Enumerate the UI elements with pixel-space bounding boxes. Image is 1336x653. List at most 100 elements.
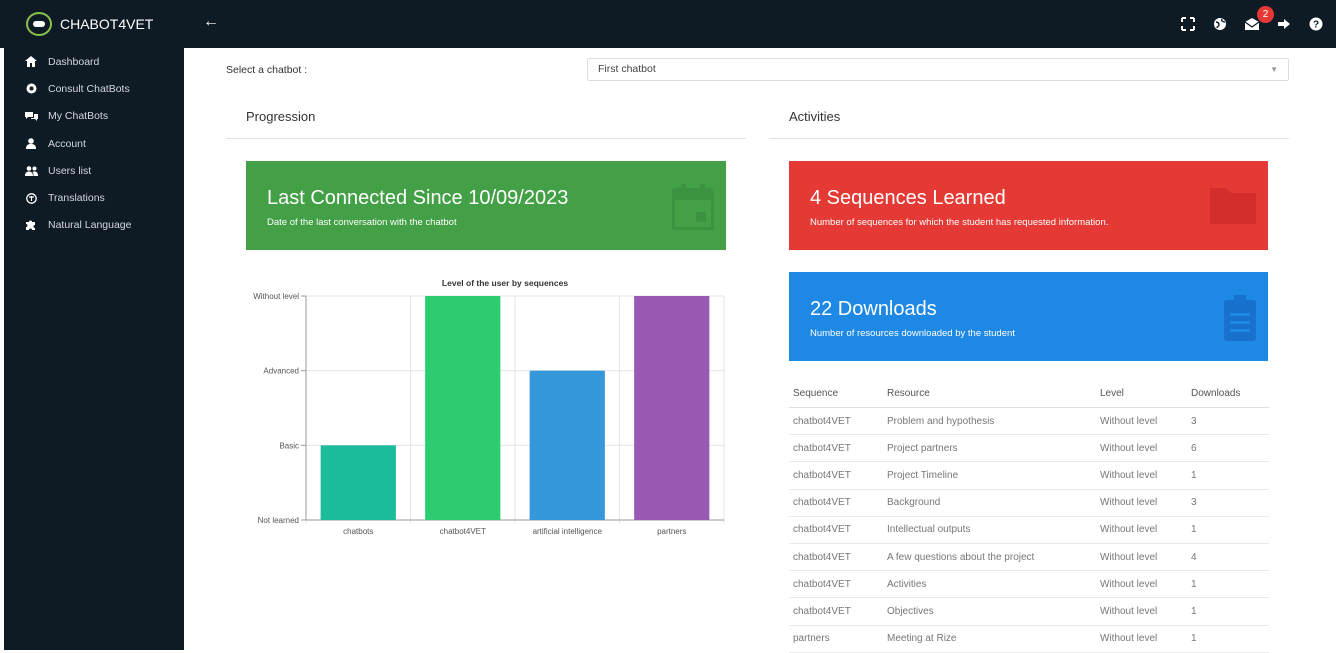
- select-chatbot-label: Select a chatbot :: [226, 64, 308, 76]
- y-tick-label: Advanced: [263, 367, 299, 376]
- top-icons: 2 ?: [1164, 0, 1324, 48]
- x-tick-label: artificial intelligence: [533, 527, 603, 536]
- cell-sequence: chatbot4VET: [793, 605, 851, 617]
- sidebar-item-translations[interactable]: Translations: [4, 184, 184, 211]
- globe-icon: [24, 83, 38, 95]
- cell-resource: Project partners: [887, 442, 958, 454]
- globe-icon[interactable]: [1212, 16, 1228, 32]
- fullscreen-icon[interactable]: [1180, 16, 1196, 32]
- cell-resource: Background: [887, 497, 941, 509]
- chatbot-select[interactable]: First chatbot ▼: [587, 58, 1289, 81]
- sidebar-item-dashboard[interactable]: Dashboard: [4, 48, 184, 75]
- x-tick-label: chatbot4VET: [440, 527, 486, 536]
- sidebar-item-my-chatbots[interactable]: My ChatBots: [4, 103, 184, 130]
- help-icon[interactable]: ?: [1308, 16, 1324, 32]
- cell-downloads: 1: [1191, 633, 1197, 645]
- table-header: Sequence Resource Level Downloads: [789, 380, 1269, 408]
- cell-resource: Project Timeline: [887, 469, 959, 481]
- sequences-title: 4 Sequences Learned: [810, 187, 1006, 209]
- robot-logo-icon: [26, 12, 52, 36]
- sidebar-item-label: Natural Language: [48, 219, 132, 232]
- sidebar-item-consult-chatbots[interactable]: Consult ChatBots: [4, 75, 184, 102]
- sidebar-item-natural-language[interactable]: Natural Language: [4, 212, 184, 239]
- sequences-card: 4 Sequences Learned Number of sequences …: [789, 161, 1268, 250]
- bar-chatbot4vet: [425, 296, 501, 520]
- brand[interactable]: CHABOT4VET: [4, 0, 184, 48]
- cell-level: Without level: [1100, 415, 1158, 427]
- user-icon: [24, 138, 38, 150]
- downloads-table: Sequence Resource Level Downloads chatbo…: [789, 380, 1269, 653]
- cell-downloads: 6: [1191, 442, 1197, 454]
- cell-level: Without level: [1100, 578, 1158, 590]
- y-tick-label: Not learned: [258, 516, 299, 525]
- bar-partners: [634, 296, 710, 520]
- chevron-down-icon: ▼: [1270, 65, 1278, 74]
- table-row: chatbot4VET Objectives Without level 1: [789, 598, 1269, 626]
- sidebar-item-users-list[interactable]: Users list: [4, 157, 184, 184]
- level-chart: Level of the user by sequences Not learne…: [234, 274, 734, 594]
- cell-resource: Objectives: [887, 605, 934, 617]
- cell-level: Without level: [1100, 551, 1158, 563]
- cell-resource: Activities: [887, 578, 927, 590]
- cell-level: Without level: [1100, 469, 1158, 481]
- main-content: Select a chatbot : First chatbot ▼ Progr…: [184, 48, 1336, 653]
- cell-downloads: 1: [1191, 524, 1197, 536]
- activities-divider: [769, 138, 1289, 139]
- x-tick-label: partners: [657, 527, 686, 536]
- x-tick-label: chatbots: [343, 527, 373, 536]
- cell-downloads: 3: [1191, 497, 1197, 509]
- back-arrow-icon[interactable]: ←: [203, 13, 219, 31]
- table-row: chatbot4VET Project Timeline Without level…: [789, 462, 1269, 490]
- header-downloads[interactable]: Downloads: [1191, 380, 1240, 407]
- calendar-icon: [671, 184, 715, 235]
- sidebar: Dashboard Consult ChatBots My ChatBots A…: [4, 48, 184, 650]
- cell-downloads: 4: [1191, 551, 1197, 563]
- sidebar-item-label: Translations: [48, 192, 105, 205]
- language-icon: [24, 192, 38, 204]
- cell-level: Without level: [1100, 605, 1158, 617]
- notification-badge: 2: [1257, 6, 1274, 23]
- cell-resource: Problem and hypothesis: [887, 415, 995, 427]
- sequences-subtitle: Number of sequences for which the studen…: [810, 217, 1109, 228]
- sidebar-item-label: Consult ChatBots: [48, 82, 130, 95]
- folder-icon: [1210, 184, 1256, 229]
- last-connected-card: Last Connected Since 10/09/2023 Date of …: [246, 161, 726, 250]
- cell-sequence: chatbot4VET: [793, 442, 851, 454]
- users-icon: [24, 165, 38, 177]
- sidebar-item-label: Account: [48, 137, 86, 150]
- chart-title: Level of the user by sequences: [442, 278, 568, 288]
- y-tick-label: Without level: [253, 292, 299, 301]
- y-tick-label: Basic: [279, 441, 299, 450]
- cell-resource: Intellectual outputs: [887, 524, 971, 536]
- cell-resource: Meeting at Rize: [887, 633, 957, 645]
- cell-downloads: 1: [1191, 469, 1197, 481]
- sidebar-item-account[interactable]: Account: [4, 130, 184, 157]
- progression-divider: [226, 138, 746, 139]
- cell-level: Without level: [1100, 442, 1158, 454]
- app-name: CHABOT4VET: [60, 16, 154, 32]
- table-row: chatbot4VET Activities Without level 1: [789, 571, 1269, 599]
- table-row: chatbot4VET Problem and hypothesis Without…: [789, 408, 1269, 436]
- last-connected-subtitle: Date of the last conversation with the c…: [267, 217, 457, 228]
- table-row: chatbot4VET Project partners Without level…: [789, 435, 1269, 463]
- cell-downloads: 1: [1191, 578, 1197, 590]
- header-level[interactable]: Level: [1100, 380, 1124, 407]
- top-bar: CHABOT4VET ← 2 ?: [0, 0, 1336, 48]
- last-connected-title: Last Connected Since 10/09/2023: [267, 187, 569, 209]
- header-resource[interactable]: Resource: [887, 380, 930, 407]
- logout-icon[interactable]: [1276, 16, 1292, 32]
- cell-resource: A few questions about the project: [887, 551, 1035, 563]
- downloads-title: 22 Downloads: [810, 298, 937, 320]
- bar-artificial-intelligence: [529, 370, 605, 520]
- table-row: chatbot4VET Background Without level 3: [789, 490, 1269, 517]
- cell-downloads: 1: [1191, 605, 1197, 617]
- cell-downloads: 3: [1191, 415, 1197, 427]
- header-sequence[interactable]: Sequence: [793, 380, 838, 407]
- sidebar-item-label: Users list: [48, 164, 92, 177]
- svg-text:?: ?: [1313, 20, 1319, 31]
- sidebar-item-label: Dashboard: [48, 55, 100, 68]
- progression-title: Progression: [246, 109, 316, 124]
- envelope-icon[interactable]: 2: [1244, 6, 1274, 32]
- table-body: chatbot4VET Problem and hypothesis Without…: [789, 408, 1269, 653]
- cell-sequence: chatbot4VET: [793, 469, 851, 481]
